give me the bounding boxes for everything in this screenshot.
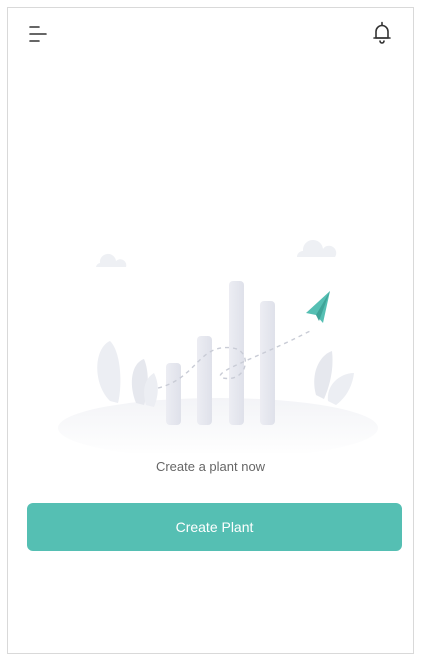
menu-button[interactable] <box>28 23 50 45</box>
notification-button[interactable] <box>371 21 393 45</box>
plants-chart-illustration <box>58 239 378 453</box>
menu-icon <box>29 26 47 42</box>
bell-icon <box>373 21 391 44</box>
app-screen: Create a plant now Create Plant <box>7 7 414 654</box>
empty-state-caption: Create a plant now <box>155 459 266 474</box>
create-plant-button[interactable]: Create Plant <box>27 503 402 551</box>
